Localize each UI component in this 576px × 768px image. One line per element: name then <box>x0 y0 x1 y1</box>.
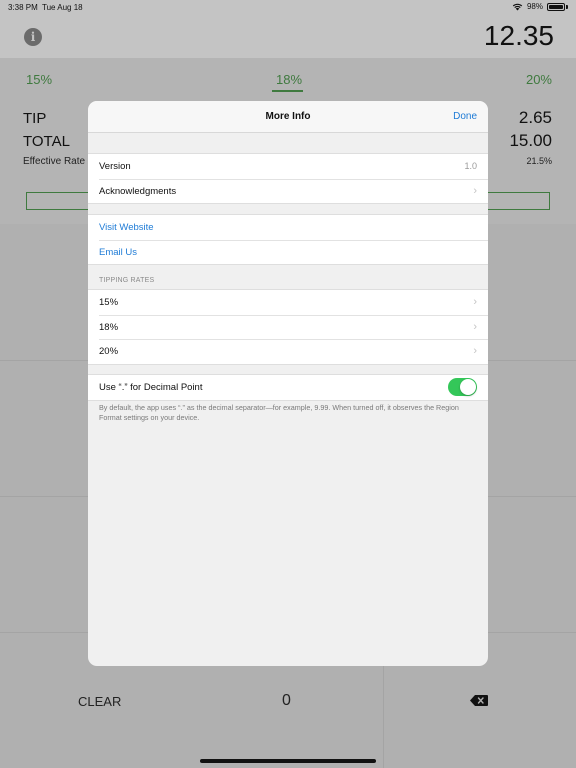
toggle-knob <box>460 379 476 395</box>
more-info-modal: More Info Done Version 1.0 Acknowledgmen… <box>88 101 488 666</box>
home-indicator[interactable] <box>200 759 376 763</box>
wifi-icon <box>512 3 523 10</box>
status-indicators: 98% <box>512 2 568 11</box>
tipping-rate-label: 18% <box>99 321 119 333</box>
tipping-rate-row-15[interactable]: 15% › <box>88 290 488 315</box>
modal-header: More Info Done <box>88 101 488 133</box>
modal-title: More Info <box>265 111 311 122</box>
version-label: Version <box>99 161 131 172</box>
tip-label: TIP <box>23 110 47 127</box>
decimal-setting-group: Use “.” for Decimal Point <box>88 374 488 401</box>
chevron-right-icon: › <box>473 345 477 357</box>
total-value: 15.00 <box>509 131 552 150</box>
bill-header: i 12.35 <box>0 16 576 58</box>
version-row: Version 1.0 <box>88 154 488 179</box>
effective-rate-label: Effective Rate <box>23 156 86 167</box>
status-bar: 3:38 PM Tue Aug 18 98% <box>0 0 576 16</box>
clear-button[interactable]: CLEAR <box>78 694 121 709</box>
status-date: Tue Aug 18 <box>42 3 83 12</box>
rate-option-20[interactable]: 20% <box>526 72 552 87</box>
tipping-rate-row-18[interactable]: 18% › <box>88 314 488 340</box>
visit-website-link[interactable]: Visit Website <box>99 222 154 233</box>
delete-backspace-icon[interactable] <box>470 695 488 706</box>
tip-value: 2.65 <box>518 108 552 127</box>
visit-website-row[interactable]: Visit Website <box>88 215 488 240</box>
version-value: 1.0 <box>464 161 477 171</box>
tipping-rates-header: TIPPING RATES <box>99 277 155 284</box>
tipping-rate-row-20[interactable]: 20% › <box>88 339 488 364</box>
email-us-row[interactable]: Email Us <box>88 239 488 265</box>
total-label: TOTAL <box>23 133 70 150</box>
battery-fill <box>549 4 563 9</box>
chevron-right-icon: › <box>473 296 477 308</box>
done-button[interactable]: Done <box>453 111 477 122</box>
rate-selector: 15% 18% 20% <box>0 58 576 100</box>
decimal-point-toggle[interactable] <box>448 378 477 396</box>
chevron-right-icon: › <box>473 320 477 333</box>
status-time: 3:38 PM <box>8 3 38 12</box>
battery-percent: 98% <box>526 2 543 11</box>
info-icon[interactable]: i <box>24 28 42 46</box>
rate-option-18[interactable]: 18% <box>276 72 302 87</box>
tipping-rate-label: 20% <box>99 346 119 357</box>
contact-group: Visit Website Email Us <box>88 214 488 265</box>
battery-cap <box>566 4 568 9</box>
tipping-rates-group: 15% › 18% › 20% › <box>88 289 488 365</box>
effective-rate-value: 21.5% <box>526 156 552 166</box>
app-info-group: Version 1.0 Acknowledgments › <box>88 153 488 204</box>
tipping-rate-label: 15% <box>99 297 119 308</box>
decimal-point-label: Use “.” for Decimal Point <box>99 382 203 393</box>
battery-icon <box>547 2 565 11</box>
decimal-point-row: Use “.” for Decimal Point <box>88 375 488 400</box>
chevron-right-icon: › <box>473 184 477 197</box>
zero-key[interactable]: 0 <box>282 692 291 710</box>
acknowledgments-row[interactable]: Acknowledgments › <box>88 178 488 204</box>
decimal-footnote: By default, the app uses “.” as the deci… <box>99 403 459 422</box>
bill-amount: 12.35 <box>483 20 554 51</box>
rate-option-15[interactable]: 15% <box>26 72 52 87</box>
email-us-link[interactable]: Email Us <box>99 247 137 258</box>
selected-rate-indicator <box>272 90 303 92</box>
acknowledgments-label: Acknowledgments <box>99 185 177 197</box>
